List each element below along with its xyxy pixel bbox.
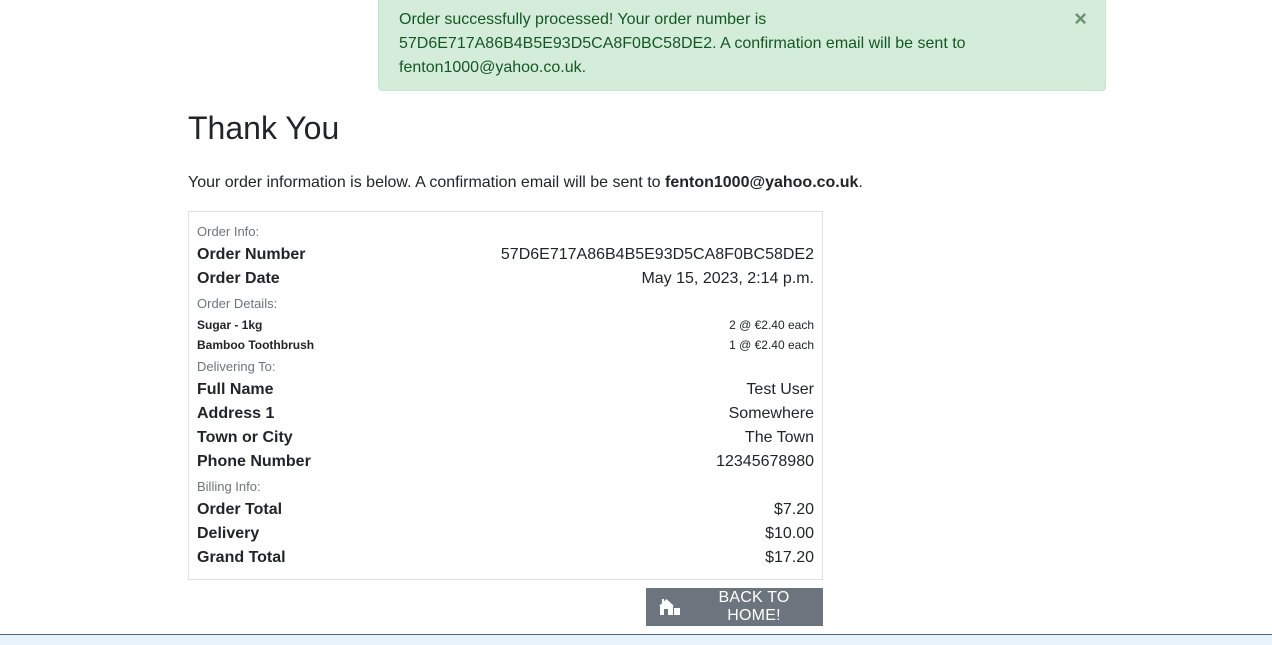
address1-label: Address 1	[197, 405, 275, 422]
order-number-value: 57D6E717A86B4B5E93D5CA8F0BC58DE2	[500, 246, 814, 263]
back-to-home-button[interactable]: BACK TO HOME!	[646, 588, 823, 626]
full-name-value: Test User	[746, 381, 814, 398]
line-item-qty-price: 2 @ €2.40 each	[729, 318, 814, 332]
grand-total-row: Grand Total $17.20	[197, 549, 814, 567]
order-info-label: Order Info:	[197, 224, 260, 239]
address1-value: Somewhere	[728, 405, 814, 422]
full-name-row: Full Name Test User	[197, 381, 814, 399]
line-item: Sugar - 1kg 2 @ €2.40 each	[197, 318, 814, 332]
grand-total-value: $17.20	[765, 549, 814, 566]
delivery-label: Delivering To:	[197, 359, 276, 374]
phone-label: Phone Number	[197, 453, 311, 470]
delivery-heading: Delivering To:	[197, 359, 814, 374]
success-alert: Order successfully processed! Your order…	[378, 0, 1106, 91]
close-icon[interactable]: ×	[1074, 7, 1087, 31]
full-name-label: Full Name	[197, 381, 274, 398]
order-date-label: Order Date	[197, 270, 280, 287]
footer-strip	[0, 634, 1272, 645]
order-date-row: Order Date May 15, 2023, 2:14 p.m.	[197, 270, 814, 288]
line-item-name: Bamboo Toothbrush	[197, 338, 315, 352]
intro-email: fenton1000@yahoo.co.uk	[665, 174, 859, 191]
alert-message: Order successfully processed! Your order…	[399, 11, 966, 76]
phone-row: Phone Number 12345678980	[197, 453, 814, 471]
page-title: Thank You	[188, 110, 340, 146]
line-item: Bamboo Toothbrush 1 @ €2.40 each	[197, 338, 814, 352]
order-number-row: Order Number 57D6E717A86B4B5E93D5CA8F0BC…	[197, 246, 814, 264]
billing-heading: Billing Info:	[197, 479, 814, 494]
back-to-home-label: BACK TO HOME!	[718, 589, 790, 624]
intro-suffix: .	[858, 174, 863, 191]
intro-text: Your order information is below. A confi…	[188, 171, 863, 195]
order-summary: Order Info: Order Number 57D6E717A86B4B5…	[188, 211, 823, 580]
line-item-name: Sugar - 1kg	[197, 318, 263, 332]
billing-label: Billing Info:	[197, 479, 261, 494]
home-icon	[659, 598, 681, 616]
order-total-value: $7.20	[773, 501, 814, 518]
order-info-heading: Order Info:	[197, 224, 814, 239]
line-item-qty-price: 1 @ €2.40 each	[729, 338, 814, 352]
town-row: Town or City The Town	[197, 429, 814, 447]
town-value: The Town	[744, 429, 814, 446]
delivery-cost-value: $10.00	[765, 525, 814, 542]
intro-prefix: Your order information is below. A confi…	[188, 174, 661, 191]
order-total-label: Order Total	[197, 501, 283, 518]
grand-total-label: Grand Total	[197, 549, 286, 566]
order-details-label: Order Details:	[197, 296, 278, 311]
address1-row: Address 1 Somewhere	[197, 405, 814, 423]
order-date-value: May 15, 2023, 2:14 p.m.	[641, 270, 814, 287]
order-number-label: Order Number	[197, 246, 306, 263]
delivery-cost-row: Delivery $10.00	[197, 525, 814, 543]
town-label: Town or City	[197, 429, 293, 446]
order-details-heading: Order Details:	[197, 296, 814, 311]
order-total-row: Order Total $7.20	[197, 501, 814, 519]
phone-value: 12345678980	[716, 453, 814, 470]
delivery-cost-label: Delivery	[197, 525, 260, 542]
